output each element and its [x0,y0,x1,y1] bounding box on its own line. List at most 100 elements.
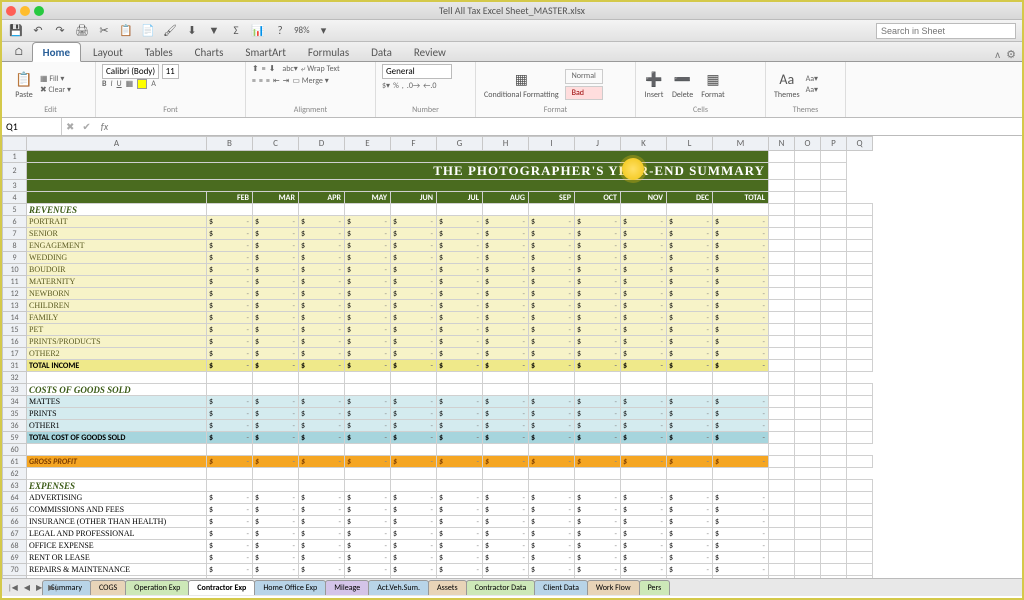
cell[interactable]: $- [391,408,437,420]
cell[interactable] [795,324,821,336]
cell[interactable]: $- [299,540,345,552]
cell[interactable]: $- [667,456,713,468]
cell[interactable]: $- [575,300,621,312]
cell[interactable]: $- [345,336,391,348]
minimize-icon[interactable] [20,6,30,16]
cell[interactable]: 1 [3,151,27,163]
cell[interactable] [795,396,821,408]
cell[interactable] [391,480,437,492]
tab-home[interactable]: Home [32,42,81,62]
cell[interactable]: $- [207,420,253,432]
cell[interactable] [483,480,529,492]
cell[interactable]: $- [667,276,713,288]
cell[interactable] [575,468,621,480]
cell[interactable] [847,516,873,528]
cell[interactable]: $- [345,348,391,360]
cell[interactable]: $- [713,264,769,276]
cell[interactable]: $- [621,516,667,528]
cell[interactable]: $- [575,252,621,264]
tab-formulas[interactable]: Formulas [298,43,359,61]
cell[interactable] [483,468,529,480]
cell[interactable]: $- [529,312,575,324]
cell[interactable]: $- [667,540,713,552]
cell[interactable] [345,468,391,480]
zoom-level[interactable]: 98% [294,25,310,36]
cell[interactable]: $- [299,492,345,504]
cell[interactable]: $- [299,348,345,360]
cell[interactable]: $- [207,564,253,576]
cell[interactable]: $- [713,336,769,348]
cell[interactable]: APR [299,192,345,204]
cell[interactable] [847,456,873,468]
cell[interactable]: 7 [3,228,27,240]
cell[interactable]: $- [253,348,299,360]
cell[interactable]: $- [437,348,483,360]
cell[interactable]: $- [667,324,713,336]
cell[interactable]: $- [667,528,713,540]
cell[interactable] [847,348,873,360]
cell[interactable]: $- [391,540,437,552]
cell[interactable]: $- [621,336,667,348]
cell[interactable]: $- [437,504,483,516]
cell[interactable]: 63 [3,480,27,492]
tab-nav-prev-icon[interactable]: ◀ [22,583,32,593]
spreadsheet-grid[interactable]: ABCDEFGHIJKLMNOPQ12THE PHOTOGRAPHER'S YE… [2,136,1022,584]
cell[interactable]: COMMISSIONS AND FEES [27,504,207,516]
percent-button[interactable]: % [393,81,399,91]
cell[interactable]: $- [483,516,529,528]
cell[interactable] [483,204,529,216]
cell[interactable]: $- [529,540,575,552]
cell[interactable] [821,468,847,480]
cell[interactable]: $- [621,324,667,336]
cell[interactable] [621,444,667,456]
cell[interactable]: $- [391,504,437,516]
cell[interactable]: P [821,137,847,151]
cell[interactable]: $- [299,216,345,228]
cell[interactable]: EXPENSES [27,480,207,492]
cell[interactable]: $- [529,300,575,312]
cell[interactable] [795,180,821,192]
cell[interactable] [847,480,873,492]
cell[interactable]: TOTAL [713,192,769,204]
cell[interactable] [437,480,483,492]
cell[interactable]: 62 [3,468,27,480]
cell[interactable]: $- [483,312,529,324]
cut-icon[interactable]: ✂ [96,23,112,39]
cell[interactable]: 32 [3,372,27,384]
cell[interactable] [821,312,847,324]
cell[interactable] [821,408,847,420]
cell[interactable]: 66 [3,516,27,528]
cell[interactable] [769,324,795,336]
cell[interactable] [483,444,529,456]
sort-icon[interactable]: ⬇ [184,23,200,39]
cell[interactable]: $- [483,540,529,552]
cell[interactable] [821,276,847,288]
cell[interactable] [795,348,821,360]
cell[interactable]: MAY [345,192,391,204]
cell[interactable]: PRINTS/PRODUCTS [27,336,207,348]
cell[interactable] [713,384,769,396]
cell[interactable] [769,228,795,240]
cell[interactable] [821,204,847,216]
cell[interactable] [713,204,769,216]
cell[interactable]: $- [667,552,713,564]
cell[interactable] [769,151,795,163]
cell[interactable]: $- [667,492,713,504]
cell[interactable]: 17 [3,348,27,360]
cell[interactable] [847,228,873,240]
cell[interactable]: $- [529,228,575,240]
align-right-button[interactable]: ≡ [266,76,270,86]
sheet-tab[interactable]: Operation Exp [125,580,189,595]
cell[interactable]: $- [391,528,437,540]
cell[interactable]: $- [345,312,391,324]
cell[interactable] [769,336,795,348]
cell[interactable]: $- [483,300,529,312]
cell[interactable]: $- [437,312,483,324]
cell[interactable] [769,480,795,492]
cell[interactable]: $- [713,492,769,504]
cell[interactable]: $- [345,396,391,408]
cell[interactable]: $- [253,504,299,516]
cell[interactable] [847,300,873,312]
cell[interactable]: OTHER1 [27,420,207,432]
cell[interactable]: $- [391,336,437,348]
